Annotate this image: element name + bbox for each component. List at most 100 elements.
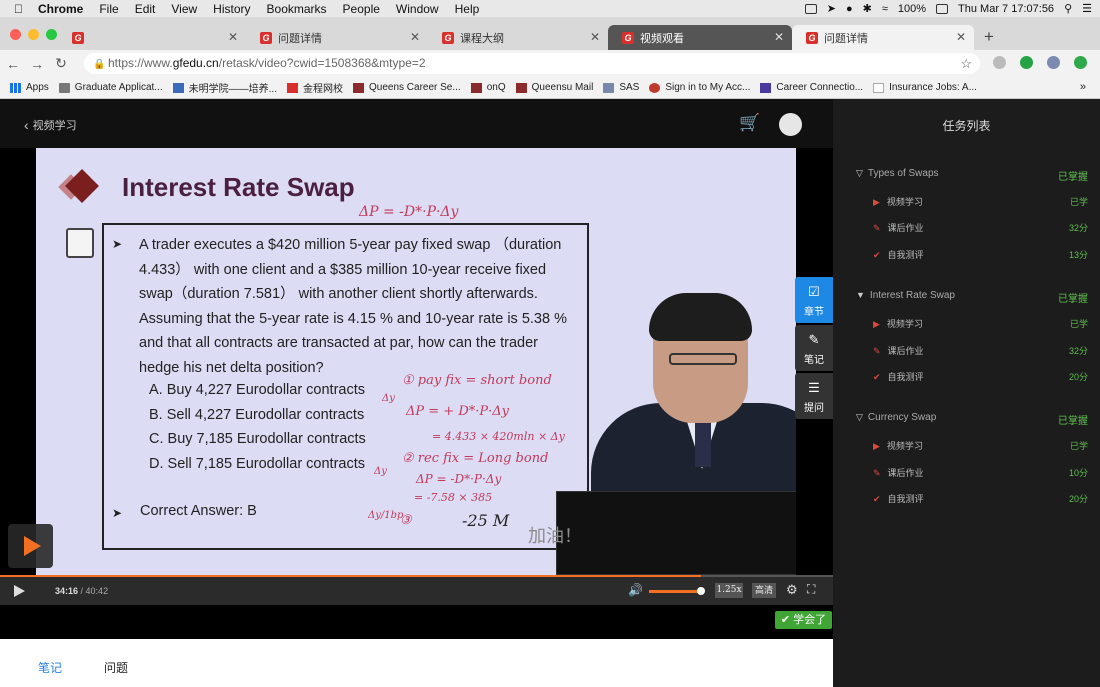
notes-button[interactable]: ✎ 笔记 <box>795 325 833 371</box>
bookmark-item[interactable]: Queens Career Se... <box>352 82 461 93</box>
volume-slider[interactable] <box>649 587 706 595</box>
chapter-interest-rate-swap[interactable]: ▼ Interest Rate Swap 已掌握 <box>856 290 1092 305</box>
bookmark-item[interactable]: Graduate Applicat... <box>58 82 163 93</box>
profile-icon[interactable] <box>1047 56 1060 69</box>
menu-bookmarks[interactable]: Bookmarks <box>267 2 327 16</box>
task-self-test[interactable]: ✔ 自我测评 20分 <box>873 370 1092 383</box>
grammarly-icon[interactable] <box>1020 56 1033 69</box>
arrow-bullet-icon: ➤ <box>112 506 123 520</box>
task-video[interactable]: ▶ 视频学习 已学 <box>873 439 1092 452</box>
handwritten-note: ② rec fix = Long bond <box>402 451 549 466</box>
task-self-test[interactable]: ✔ 自我测评 20分 <box>873 492 1092 505</box>
datetime[interactable]: Thu Mar 7 17:07:56 <box>958 3 1054 15</box>
big-play-button[interactable] <box>8 524 53 568</box>
new-tab-button[interactable]: + <box>984 27 994 47</box>
close-tab-icon[interactable]: ✕ <box>590 30 600 44</box>
bookmark-item[interactable]: onQ <box>470 82 506 93</box>
fullscreen-icon[interactable]: ⛶ <box>807 582 815 597</box>
option-d: D. Sell 7,185 Eurodollar contracts <box>149 455 365 472</box>
correct-answer: Correct Answer: B <box>140 503 257 519</box>
menu-history[interactable]: History <box>213 2 250 16</box>
tab-1[interactable]: G ✕ <box>58 25 246 50</box>
task-video[interactable]: ▶ 视频学习 已学 <box>873 317 1092 330</box>
bookmark-item[interactable]: Sign in to My Acc... <box>649 82 750 93</box>
tab-3[interactable]: G 课程大纲 ✕ <box>428 25 608 50</box>
forward-arrow-icon[interactable]: → <box>26 56 48 72</box>
close-tab-icon[interactable]: ✕ <box>228 30 238 44</box>
bookmark-item[interactable]: 金程网校 <box>286 80 343 95</box>
bookmarks-overflow-icon[interactable]: » <box>1080 81 1086 93</box>
wechat-icon[interactable]: ● <box>846 3 853 15</box>
zoom-window-button[interactable] <box>46 29 57 40</box>
triangle-down-outline-icon: ▽ <box>856 412 863 422</box>
quality-button[interactable]: 高清 <box>752 583 776 598</box>
gear-icon[interactable]: ⚙ <box>786 582 798 598</box>
minimize-window-button[interactable] <box>28 29 39 40</box>
battery-percent[interactable]: 100% <box>898 3 926 15</box>
send-icon[interactable]: ➤ <box>827 2 836 15</box>
extension-icon[interactable] <box>993 56 1006 69</box>
tab-5-active[interactable]: G 问题详情 ✕ <box>792 25 974 50</box>
tab-4-video[interactable]: G 视频观看 ✕ <box>608 25 792 50</box>
apple-icon[interactable]:  <box>14 2 28 16</box>
task-homework[interactable]: ✎ 课后作业 32分 <box>873 344 1092 357</box>
avatar[interactable] <box>779 113 802 136</box>
menu-file[interactable]: File <box>99 2 118 16</box>
wifi-icon[interactable]: ≈ <box>882 3 888 15</box>
menu-help[interactable]: Help <box>455 2 480 16</box>
learned-button[interactable]: ✔ 学会了 <box>775 611 832 629</box>
control-center-icon[interactable]: ☰ <box>1082 2 1092 15</box>
play-button[interactable] <box>14 585 25 597</box>
menu-edit[interactable]: Edit <box>135 2 156 16</box>
task-self-test[interactable]: ✔ 自我测评 13分 <box>873 248 1092 261</box>
address-bar[interactable]: 🔒 https://www.gfedu.cn/retask/video?cwid… <box>84 53 980 74</box>
bookmark-item[interactable]: Career Connectio... <box>760 82 863 93</box>
tab-notes[interactable]: 笔记 <box>38 659 62 676</box>
update-icon[interactable] <box>1074 56 1087 69</box>
close-window-button[interactable] <box>10 29 21 40</box>
volume-icon[interactable]: 🔊 <box>628 583 643 597</box>
close-tab-icon[interactable]: ✕ <box>956 30 966 44</box>
volume-knob[interactable] <box>697 587 706 595</box>
bookmark-item[interactable]: Queensu Mail <box>515 82 593 93</box>
bluetooth-icon[interactable]: ✱ <box>863 2 872 15</box>
chapter-button[interactable]: ☑ 章节 <box>795 277 833 323</box>
task-homework[interactable]: ✎ 课后作业 10分 <box>873 466 1092 479</box>
bookmark-apps[interactable]: Apps <box>10 82 49 93</box>
video-player[interactable]: Interest Rate Swap ΔP = -D*·P·Δy ➤ A tra… <box>0 148 833 575</box>
toolbar: ← → ↻ 🔒 https://www.gfedu.cn/retask/vide… <box>0 50 1100 77</box>
menu-window[interactable]: Window <box>396 2 439 16</box>
search-icon[interactable]: ⚲ <box>1064 2 1072 15</box>
menu-people[interactable]: People <box>343 2 380 16</box>
queens-crest-icon <box>352 82 364 93</box>
chapter-currency-swap[interactable]: ▽ Currency Swap 已掌握 <box>856 412 1092 427</box>
lock-icon[interactable]: 🔒 <box>93 54 105 75</box>
status-icon[interactable] <box>804 3 817 14</box>
cart-icon[interactable]: 🛒 <box>739 113 760 133</box>
chapter-types-of-swaps[interactable]: ▽ Types of Swaps 已掌握 <box>856 168 1092 183</box>
check-icon: ✔ <box>873 250 881 260</box>
menu-view[interactable]: View <box>171 2 197 16</box>
presenter-glasses <box>669 353 737 365</box>
page-icon <box>873 82 885 93</box>
gfedu-favicon-icon: G <box>442 31 454 44</box>
under-player-bar: ✔ 学会了 <box>0 605 833 639</box>
back-arrow-icon[interactable]: ← <box>2 56 24 72</box>
task-homework[interactable]: ✎ 课后作业 32分 <box>873 221 1092 234</box>
handwritten-note: Δy <box>382 393 395 404</box>
task-video[interactable]: ▶ 视频学习 已学 <box>873 195 1092 208</box>
menu-app[interactable]: Chrome <box>38 2 83 16</box>
close-tab-icon[interactable]: ✕ <box>410 30 420 44</box>
bookmark-item[interactable]: 未明学院——培养... <box>172 80 277 95</box>
close-tab-icon[interactable]: ✕ <box>774 30 784 44</box>
battery-icon[interactable] <box>936 3 949 14</box>
back-link[interactable]: ‹ 视频学习 <box>24 117 77 133</box>
reload-icon[interactable]: ↻ <box>50 55 72 72</box>
tab-2[interactable]: G 问题详情 ✕ <box>246 25 428 50</box>
bookmark-item[interactable]: Insurance Jobs: A... <box>873 82 977 93</box>
bookmark-item[interactable]: SAS <box>603 82 639 93</box>
ask-question-button[interactable]: ☰ 提问 <box>795 373 833 419</box>
tab-questions[interactable]: 问题 <box>104 659 128 676</box>
bookmark-star-icon[interactable]: ☆ <box>960 53 972 74</box>
speed-button[interactable]: 1.25x <box>715 583 743 598</box>
